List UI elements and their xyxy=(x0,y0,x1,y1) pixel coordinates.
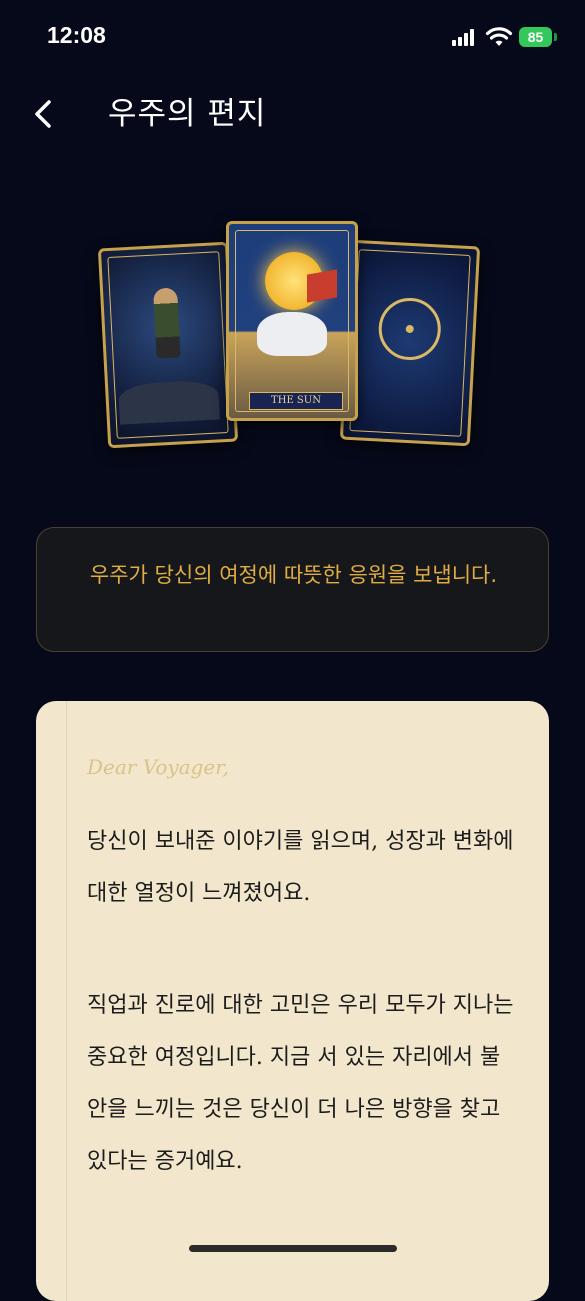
status-time: 12:08 xyxy=(47,22,106,48)
knight-card[interactable] xyxy=(97,241,239,449)
letter-greeting: Dear Voyager, xyxy=(87,755,229,779)
home-indicator[interactable] xyxy=(189,1245,397,1252)
chevron-left-icon[interactable] xyxy=(26,94,66,134)
battery-icon: 85 xyxy=(519,27,552,47)
letter-card: Dear Voyager, 당신이 보내준 이야기를 읽으며, 성장과 변화에 … xyxy=(36,701,549,1301)
letter-margin-line xyxy=(66,701,67,1301)
battery-level: 85 xyxy=(527,29,544,45)
sun-card[interactable]: THE SUN xyxy=(226,221,358,421)
status-bar: 12:08 85 xyxy=(0,0,585,74)
card-frame xyxy=(235,230,349,412)
message-box: 우주가 당신의 여정에 따뜻한 응원을 보냅니다. xyxy=(36,527,549,652)
wheel-card[interactable] xyxy=(339,239,481,447)
card-frame xyxy=(107,251,229,439)
page-title: 우주의 편지 xyxy=(108,96,267,132)
letter-paragraph: 당신이 보내준 이야기를 읽으며, 성장과 변화에 대한 열정이 느껴졌어요. xyxy=(87,829,514,906)
message-text: 우주가 당신의 여정에 따뜻한 응원을 보냅니다. xyxy=(89,563,498,587)
wifi-icon xyxy=(485,27,513,46)
tarot-cards: THE SUN xyxy=(95,215,495,455)
card-frame xyxy=(349,249,471,437)
card-label: THE SUN xyxy=(249,392,343,410)
nav-bar: 우주의 편지 xyxy=(0,86,585,142)
letter-paragraph: 직업과 진로에 대한 고민은 우리 모두가 지나는 중요한 여정입니다. 지금 … xyxy=(87,993,514,1174)
signal-icon xyxy=(452,28,478,46)
battery-cap xyxy=(554,33,557,41)
